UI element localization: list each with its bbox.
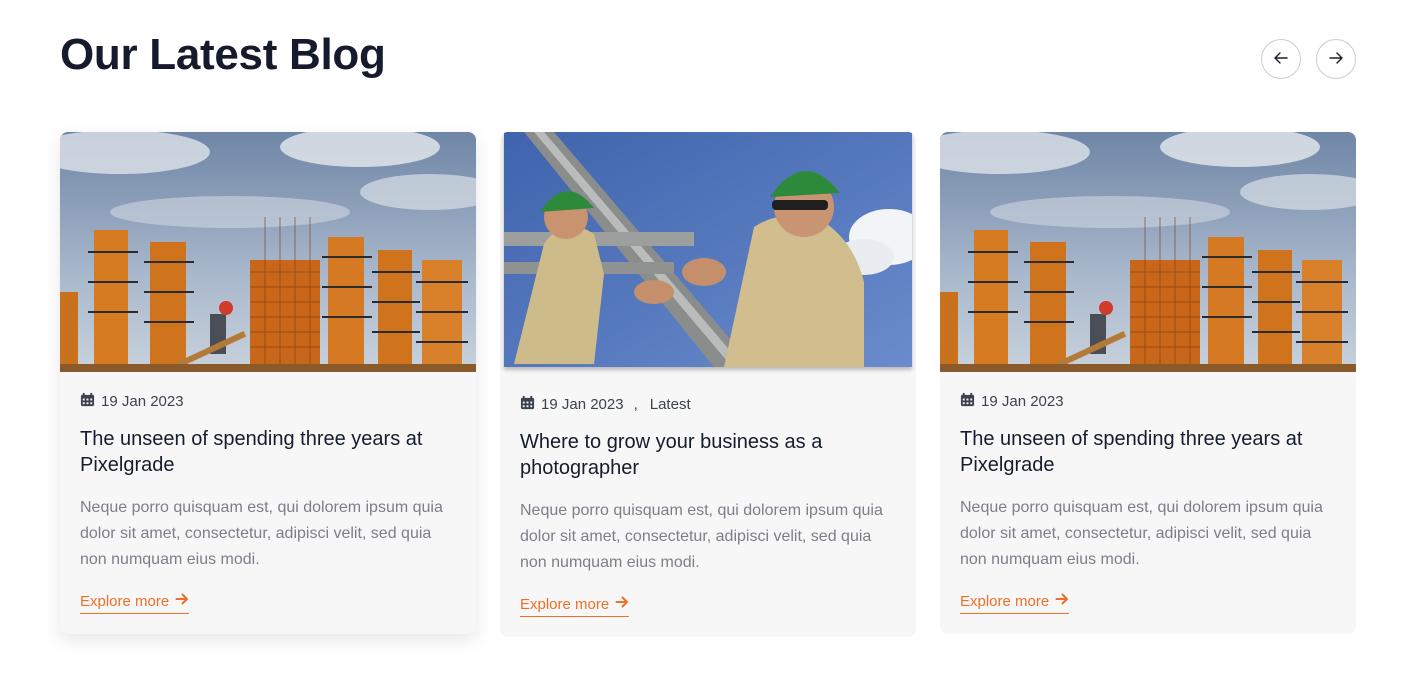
explore-more-label: Explore more xyxy=(80,592,170,610)
next-button[interactable] xyxy=(1316,39,1356,79)
post-excerpt: Neque porro quisquam est, qui dolorem ip… xyxy=(520,502,883,571)
post-category[interactable]: Latest xyxy=(650,396,691,413)
explore-more-label: Explore more xyxy=(520,595,610,613)
blog-card-image[interactable] xyxy=(504,132,912,367)
blog-card-image[interactable] xyxy=(60,132,476,372)
arrow-right-icon xyxy=(615,595,629,613)
post-date: 19 Jan 2023 xyxy=(541,396,624,413)
arrow-right-icon xyxy=(1328,50,1344,69)
post-meta: 19 Jan 2023 , Latest xyxy=(520,395,691,414)
calendar-icon xyxy=(80,392,95,411)
arrow-right-icon xyxy=(175,592,189,610)
section-title: Our Latest Blog xyxy=(60,30,386,79)
arrow-right-icon xyxy=(1055,592,1069,610)
prev-button[interactable] xyxy=(1261,39,1301,79)
calendar-icon xyxy=(960,392,975,411)
blog-card[interactable]: 19 Jan 2023 , Latest Where to grow your … xyxy=(500,132,916,637)
post-meta: 19 Jan 2023 xyxy=(80,392,184,411)
post-excerpt: Neque porro quisquam est, qui dolorem ip… xyxy=(80,499,443,568)
post-title[interactable]: The unseen of spending three years at Pi… xyxy=(960,426,1340,478)
explore-more-link[interactable]: Explore more xyxy=(960,592,1070,614)
blog-card-image[interactable] xyxy=(940,132,1356,372)
post-date: 19 Jan 2023 xyxy=(101,393,184,410)
post-title[interactable]: The unseen of spending three years at Pi… xyxy=(80,426,460,478)
explore-more-label: Explore more xyxy=(960,592,1050,610)
post-date: 19 Jan 2023 xyxy=(981,393,1064,410)
post-title[interactable]: Where to grow your business as a photogr… xyxy=(520,429,900,481)
meta-separator: , xyxy=(633,396,638,413)
arrow-left-icon xyxy=(1273,50,1289,69)
blog-card[interactable]: 19 Jan 2023 The unseen of spending three… xyxy=(60,132,476,634)
post-excerpt: Neque porro quisquam est, qui dolorem ip… xyxy=(960,499,1323,568)
explore-more-link[interactable]: Explore more xyxy=(520,595,630,617)
blog-card[interactable]: 19 Jan 2023 The unseen of spending three… xyxy=(940,132,1356,634)
explore-more-link[interactable]: Explore more xyxy=(80,592,190,614)
post-meta: 19 Jan 2023 xyxy=(960,392,1064,411)
calendar-icon xyxy=(520,395,535,414)
